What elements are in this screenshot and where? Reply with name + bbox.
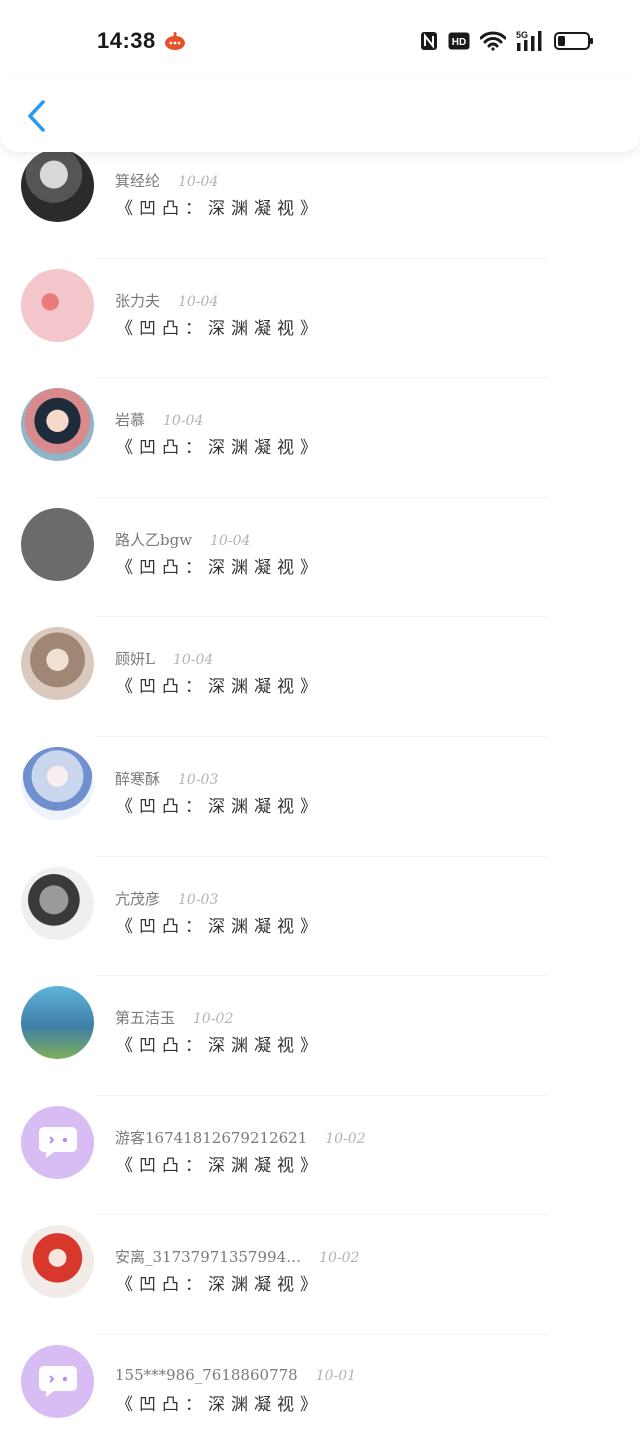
user-list: 箕经纶 10-04 《凹凸：深渊凝视》 张力夫 10-04 《凹凸：深渊凝视》 … — [0, 139, 640, 1455]
avatar[interactable] — [21, 149, 94, 222]
avatar[interactable] — [21, 986, 94, 1060]
work-title: 《凹凸：深渊凝视》 — [116, 677, 323, 698]
chat-bubble-icon — [38, 1366, 77, 1398]
hd-icon: HD — [448, 32, 470, 50]
work-title: 《凹凸：深渊凝视》 — [116, 557, 323, 578]
comment-date: 10-03 — [178, 771, 219, 788]
comment-date: 10-04 — [178, 174, 219, 190]
list-item[interactable]: 游客16741812679212621 10-02 《凹凸：深渊凝视》 — [0, 1096, 640, 1216]
list-item[interactable]: 第五洁玉 10-02 《凹凸：深渊凝视》 — [0, 976, 640, 1096]
comment-date: 10-04 — [178, 293, 219, 310]
list-item[interactable]: 路人乙bgw 10-04 《凹凸：深渊凝视》 — [0, 498, 640, 618]
list-item[interactable]: 醉寒酥 10-03 《凹凸：深渊凝视》 — [0, 737, 640, 857]
hd-label: HD — [452, 37, 466, 48]
work-title: 《凹凸：深渊凝视》 — [116, 438, 323, 459]
user-name[interactable]: 路人乙bgw — [115, 529, 192, 550]
user-name[interactable]: 安离_31737971357994… — [115, 1246, 301, 1267]
5g-signal-icon: 5G — [516, 30, 542, 51]
list-item[interactable]: 顾妍L 10-04 《凹凸：深渊凝视》 — [0, 617, 640, 737]
work-title: 《凹凸：深渊凝视》 — [116, 796, 323, 817]
status-bar: 14:38 HD 5G — [0, 0, 640, 80]
back-button[interactable] — [16, 96, 56, 136]
work-title: 《凹凸：深渊凝视》 — [116, 1155, 323, 1176]
avatar[interactable] — [21, 1344, 94, 1418]
status-time: 14:38 — [97, 28, 156, 53]
user-name[interactable]: 箕经纶 — [115, 170, 160, 191]
battery-icon — [554, 32, 593, 50]
avatar[interactable] — [21, 627, 94, 701]
avatar[interactable] — [21, 866, 94, 940]
nfc-icon — [421, 32, 437, 50]
user-name[interactable]: 第五洁玉 — [115, 1007, 175, 1028]
comment-date: 10-04 — [163, 413, 204, 430]
wifi-icon — [480, 31, 506, 51]
comment-date: 10-04 — [210, 532, 251, 549]
user-name[interactable]: 醉寒酥 — [115, 768, 160, 789]
chevron-left-icon — [28, 100, 45, 132]
work-title: 《凹凸：深渊凝视》 — [116, 318, 323, 339]
user-name[interactable]: 游客16741812679212621 — [115, 1127, 307, 1148]
user-name[interactable]: 亢茂彦 — [115, 888, 160, 909]
user-name[interactable]: 顾妍L — [115, 648, 155, 669]
avatar[interactable] — [21, 746, 94, 820]
comment-date: 10-01 — [315, 1367, 357, 1384]
comment-date: 10-02 — [193, 1011, 234, 1028]
work-title: 《凹凸：深渊凝视》 — [116, 1275, 323, 1296]
work-title: 《凹凸：深渊凝视》 — [116, 916, 323, 937]
comment-date: 10-04 — [172, 652, 214, 669]
user-name[interactable]: 155***986_7618860778 — [115, 1366, 298, 1384]
avatar[interactable] — [21, 1225, 94, 1299]
app-notification-icon — [165, 32, 185, 50]
list-item[interactable]: 亢茂彦 10-03 《凹凸：深渊凝视》 — [0, 857, 640, 977]
list-item[interactable]: 安离_31737971357994… 10-02 《凹凸：深渊凝视》 — [0, 1215, 640, 1335]
comment-date: 10-03 — [178, 891, 219, 908]
system-icons: HD 5G — [420, 30, 594, 52]
list-item[interactable]: 155***986_7618860778 10-01 《凹凸：深渊凝视》 — [0, 1335, 640, 1455]
list-item[interactable]: 岩慕 10-04 《凹凸：深渊凝视》 — [0, 378, 640, 498]
list-item[interactable]: 箕经纶 10-04 《凹凸：深渊凝视》 — [0, 139, 640, 259]
user-name[interactable]: 岩慕 — [115, 409, 145, 430]
navigation-bar — [0, 78, 640, 152]
avatar[interactable] — [21, 388, 94, 462]
work-title: 《凹凸：深渊凝视》 — [116, 1036, 323, 1057]
comment-date: 10-02 — [325, 1130, 366, 1147]
work-title: 《凹凸：深渊凝视》 — [116, 199, 323, 219]
list-item[interactable]: 张力夫 10-04 《凹凸：深渊凝视》 — [0, 259, 640, 379]
network-type: 5G — [516, 30, 528, 40]
chat-bubble-icon — [38, 1127, 77, 1159]
avatar[interactable] — [21, 1105, 94, 1179]
avatar[interactable] — [21, 507, 94, 581]
work-title: 《凹凸：深渊凝视》 — [116, 1394, 323, 1415]
comment-date: 10-02 — [319, 1250, 360, 1267]
user-name[interactable]: 张力夫 — [115, 290, 160, 311]
avatar[interactable] — [21, 268, 94, 342]
